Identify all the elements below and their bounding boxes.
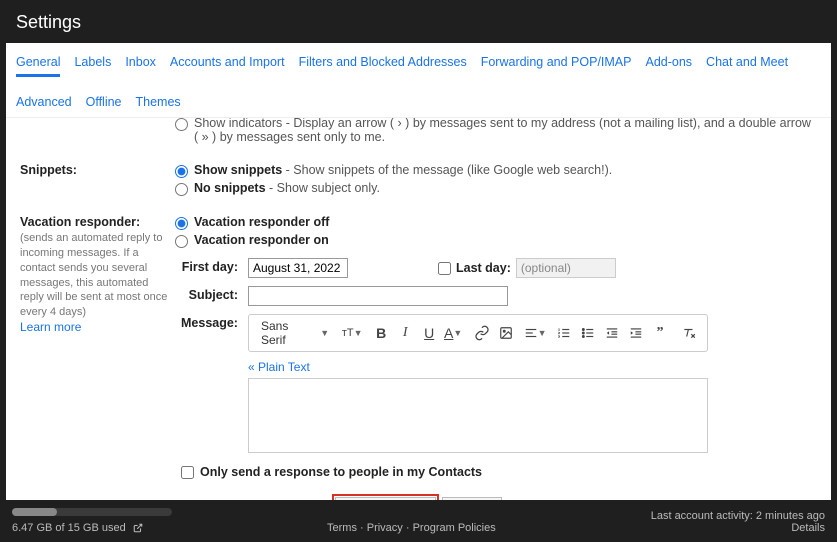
- first-day-input[interactable]: [248, 258, 348, 278]
- tab-advanced[interactable]: Advanced: [16, 91, 72, 117]
- last-day-checkbox[interactable]: [438, 262, 451, 275]
- tab-general[interactable]: General: [16, 51, 60, 77]
- storage-bar: [12, 508, 172, 516]
- link-button[interactable]: [470, 321, 494, 345]
- underline-button[interactable]: U: [417, 321, 441, 345]
- tab-accounts[interactable]: Accounts and Import: [170, 51, 285, 77]
- settings-tabs: General Labels Inbox Accounts and Import…: [6, 43, 831, 118]
- vacation-on-radio[interactable]: [175, 235, 188, 248]
- bold-button[interactable]: B: [369, 321, 393, 345]
- font-size-button[interactable]: тT ▼: [340, 321, 364, 345]
- subject-input[interactable]: [248, 286, 508, 306]
- text-color-button[interactable]: A ▼: [441, 321, 465, 345]
- learn-more-link[interactable]: Learn more: [20, 320, 81, 334]
- no-snippets-radio[interactable]: [175, 183, 188, 196]
- indent-less-button[interactable]: [600, 321, 624, 345]
- indicators-radio[interactable]: [175, 118, 188, 131]
- last-day-input[interactable]: (optional): [516, 258, 616, 278]
- bullet-list-button[interactable]: [576, 321, 600, 345]
- format-toolbar: Sans Serif ▼ тT ▼ B I U A ▼: [248, 314, 708, 352]
- policies-link[interactable]: Program Policies: [413, 522, 496, 534]
- svg-text:3: 3: [558, 335, 560, 339]
- tab-filters[interactable]: Filters and Blocked Addresses: [299, 51, 467, 77]
- italic-button[interactable]: I: [393, 321, 417, 345]
- terms-link[interactable]: Terms: [327, 522, 357, 534]
- font-family-select[interactable]: Sans Serif ▼: [255, 319, 335, 347]
- tab-labels[interactable]: Labels: [74, 51, 111, 77]
- plain-text-link[interactable]: « Plain Text: [248, 360, 817, 374]
- only-contacts-checkbox[interactable]: [181, 466, 194, 479]
- message-editor[interactable]: [248, 378, 708, 453]
- indicators-text: Show indicators - Display an arrow ( › )…: [194, 118, 817, 144]
- snippets-label: Snippets:: [20, 163, 77, 177]
- vacation-off-radio[interactable]: [175, 217, 188, 230]
- storage-text: 6.47 GB of 15 GB used: [12, 522, 126, 534]
- first-day-label: First day:: [181, 258, 238, 274]
- activity-text: Last account activity: 2 minutes ago: [651, 510, 825, 522]
- details-link[interactable]: Details: [791, 522, 825, 534]
- remove-formatting-button[interactable]: [677, 321, 701, 345]
- indent-more-button[interactable]: [624, 321, 648, 345]
- tab-chat[interactable]: Chat and Meet: [706, 51, 788, 77]
- numbered-list-button[interactable]: 123: [552, 321, 576, 345]
- only-contacts-label: Only send a response to people in my Con…: [200, 465, 482, 479]
- privacy-link[interactable]: Privacy: [367, 522, 403, 534]
- tab-offline[interactable]: Offline: [86, 91, 122, 117]
- show-snippets-radio[interactable]: [175, 165, 188, 178]
- tab-inbox[interactable]: Inbox: [125, 51, 156, 77]
- quote-button[interactable]: ”: [648, 321, 672, 345]
- message-label: Message:: [181, 314, 238, 330]
- last-day-label: Last day:: [456, 261, 511, 275]
- vacation-desc: (sends an automated reply to incoming me…: [20, 231, 175, 320]
- external-link-icon[interactable]: [133, 523, 143, 533]
- vacation-off-label: Vacation responder off: [194, 215, 329, 229]
- show-snippets-label: Show snippets - Show snippets of the mes…: [194, 163, 612, 177]
- image-button[interactable]: [494, 321, 518, 345]
- tab-addons[interactable]: Add-ons: [645, 51, 692, 77]
- tab-forwarding[interactable]: Forwarding and POP/IMAP: [481, 51, 632, 77]
- vacation-label: Vacation responder:: [20, 215, 140, 229]
- vacation-on-label: Vacation responder on: [194, 233, 329, 247]
- no-snippets-label: No snippets - Show subject only.: [194, 181, 380, 195]
- tab-themes[interactable]: Themes: [136, 91, 181, 117]
- page-title: Settings: [0, 0, 837, 43]
- subject-label: Subject:: [181, 286, 238, 302]
- align-button[interactable]: ▼: [523, 321, 547, 345]
